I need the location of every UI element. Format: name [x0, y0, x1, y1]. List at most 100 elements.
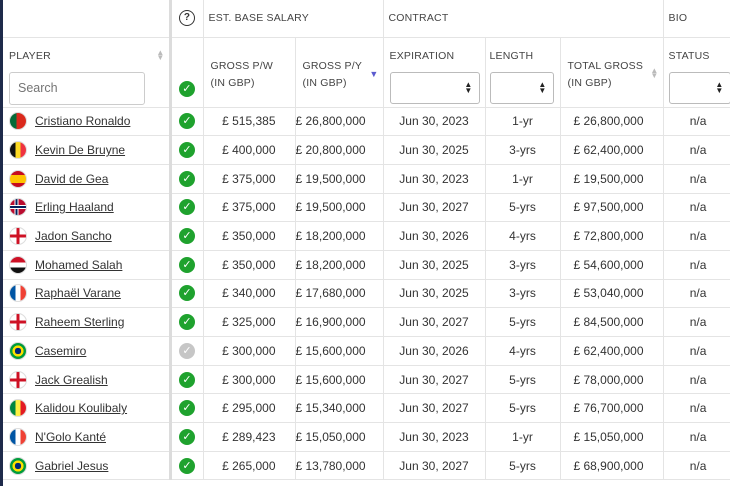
player-cell: Cristiano Ronaldo: [3, 107, 172, 137]
gross-pw-cell: £ 265,000: [203, 451, 296, 481]
length-select[interactable]: ▲ ▼: [489, 71, 554, 104]
status-label[interactable]: STATUS: [669, 50, 730, 72]
total-gross-cell: £ 97,500,000: [560, 193, 664, 223]
gross-pw-cell: £ 375,000: [203, 164, 296, 194]
select-arrows-icon: ▲ ▼: [464, 79, 473, 95]
length-cell: 5-yrs: [485, 307, 561, 337]
player-name-link[interactable]: Raheem Sterling: [35, 315, 124, 329]
status-cell: n/a: [663, 135, 730, 165]
gross-py-cell: £ 15,050,000: [295, 422, 384, 452]
status-cell: n/a: [663, 393, 730, 424]
total-gross-label: TOTAL GROSS: [567, 59, 644, 72]
total-gross-cell: £ 76,700,000: [560, 393, 664, 424]
expiration-cell: Jun 30, 2027: [383, 193, 486, 223]
player-cell: Kalidou Koulibaly: [3, 393, 172, 424]
length-cell: 3-yrs: [485, 135, 561, 165]
expiration-label[interactable]: EXPIRATION: [390, 50, 485, 72]
length-cell: 5-yrs: [485, 393, 561, 424]
gross-pw-cell: £ 400,000: [203, 135, 296, 165]
table-row: Gabriel Jesus ✓ £ 265,000 £ 13,780,000 J…: [3, 451, 730, 481]
verified-check-icon: ✓: [179, 256, 195, 273]
verified-check-icon: ✓: [179, 457, 195, 474]
total-gross-cell: £ 19,500,000: [560, 164, 664, 194]
verified-cell: ✓: [170, 307, 204, 337]
player-name-link[interactable]: David de Gea: [35, 172, 108, 186]
player-header-title[interactable]: PLAYER ▲ ▼: [9, 48, 167, 72]
player-name-link[interactable]: Kevin De Bruyne: [35, 143, 125, 157]
player-name-link[interactable]: Cristiano Ronaldo: [35, 114, 130, 128]
player-name-link[interactable]: Casemiro: [35, 344, 86, 358]
gross-py-cell: £ 18,200,000: [295, 221, 384, 251]
sort-arrows-icon[interactable]: ▲ ▼: [156, 48, 164, 61]
table-row: Cristiano Ronaldo ✓ £ 515,385 £ 26,800,0…: [3, 107, 730, 137]
gross-py-cell: £ 18,200,000: [295, 250, 384, 280]
expiration-cell: Jun 30, 2025: [383, 135, 486, 165]
status-cell: n/a: [663, 307, 730, 337]
gross-pw-cell: £ 350,000: [203, 221, 296, 251]
sort-descending-icon[interactable]: ▼: [369, 66, 378, 83]
status-cell: n/a: [663, 365, 730, 395]
flag-brazil-icon: [9, 456, 27, 475]
player-name-link[interactable]: Mohamed Salah: [35, 258, 122, 272]
verified-cell: ✓: [170, 336, 204, 366]
verified-check-icon: ✓: [179, 199, 195, 216]
gross-py-header[interactable]: ▼ GROSS P/Y (IN GBP): [295, 37, 384, 108]
group-header-contract: CONTRACT: [383, 0, 664, 38]
player-name-link[interactable]: Gabriel Jesus: [35, 459, 108, 473]
verified-check-icon: ✓: [179, 371, 195, 388]
flag-england-icon: [9, 370, 27, 389]
flag-portugal-icon: [9, 112, 27, 131]
player-cell: Mohamed Salah: [3, 250, 172, 280]
flag-france-icon: [9, 427, 27, 446]
player-cell: Gabriel Jesus: [3, 451, 172, 481]
player-name-link[interactable]: Raphaël Varane: [35, 286, 121, 300]
expiration-cell: Jun 30, 2025: [383, 279, 486, 309]
gross-py-cell: £ 13,780,000: [295, 451, 384, 481]
verified-cell: ✓: [170, 365, 204, 395]
expiration-cell: Jun 30, 2027: [383, 365, 486, 395]
length-label[interactable]: LENGTH: [490, 50, 560, 72]
player-cell: Raphaël Varane: [3, 279, 172, 309]
length-cell: 3-yrs: [485, 279, 561, 309]
status-cell: n/a: [663, 107, 730, 137]
player-cell: Raheem Sterling: [3, 307, 172, 337]
gross-py-cell: £ 16,900,000: [295, 307, 384, 337]
player-search-input[interactable]: [9, 71, 145, 105]
flag-norway-icon: [9, 198, 27, 217]
flag-egypt-icon: [9, 255, 27, 274]
verified-cell: ✓: [170, 164, 204, 194]
column-header-row: PLAYER ▲▼ ✓ GROSS P/W (IN GBP) ▼ GROSS P…: [3, 37, 730, 108]
help-cell: ?: [170, 0, 204, 38]
player-name-link[interactable]: Kalidou Koulibaly: [35, 401, 127, 415]
player-name-link[interactable]: Erling Haaland: [35, 200, 114, 214]
status-cell: n/a: [663, 250, 730, 280]
status-select[interactable]: ▲ ▼: [668, 71, 730, 104]
player-name-link[interactable]: N'Golo Kanté: [35, 430, 106, 444]
sort-arrows-icon[interactable]: ▲ ▼: [650, 66, 658, 79]
length-cell: 5-yrs: [485, 365, 561, 395]
help-icon[interactable]: ?: [179, 10, 195, 27]
player-name-link[interactable]: Jack Grealish: [35, 373, 108, 387]
group-header-bio: BIO: [663, 0, 730, 38]
gross-pw-cell: £ 350,000: [203, 250, 296, 280]
verified-cell: ✓: [170, 107, 204, 137]
total-gross-cell: £ 15,050,000: [560, 422, 664, 452]
expiration-select[interactable]: ▲ ▼: [389, 71, 480, 104]
verified-cell: ✓: [170, 135, 204, 165]
table-row: Jack Grealish ✓ £ 300,000 £ 15,600,000 J…: [3, 365, 730, 395]
verified-check-icon: ✓: [179, 285, 195, 302]
player-name-link[interactable]: Jadon Sancho: [35, 229, 112, 243]
player-cell: N'Golo Kanté: [3, 422, 172, 452]
table-row: Kalidou Koulibaly ✓ £ 295,000 £ 15,340,0…: [3, 393, 730, 424]
total-gross-header[interactable]: ▲ ▼ TOTAL GROSS (IN GBP): [560, 37, 664, 108]
table-row: N'Golo Kanté ✓ £ 289,423 £ 15,050,000 Ju…: [3, 422, 730, 452]
gross-pw-header[interactable]: GROSS P/W (IN GBP): [203, 37, 296, 108]
expiration-header: EXPIRATION ▲ ▼: [383, 37, 486, 108]
expiration-cell: Jun 30, 2023: [383, 164, 486, 194]
verified-cell: ✓: [170, 279, 204, 309]
expiration-cell: Jun 30, 2027: [383, 451, 486, 481]
length-cell: 1-yr: [485, 422, 561, 452]
table-row: David de Gea ✓ £ 375,000 £ 19,500,000 Ju…: [3, 164, 730, 194]
gross-pw-cell: £ 325,000: [203, 307, 296, 337]
status-cell: n/a: [663, 422, 730, 452]
